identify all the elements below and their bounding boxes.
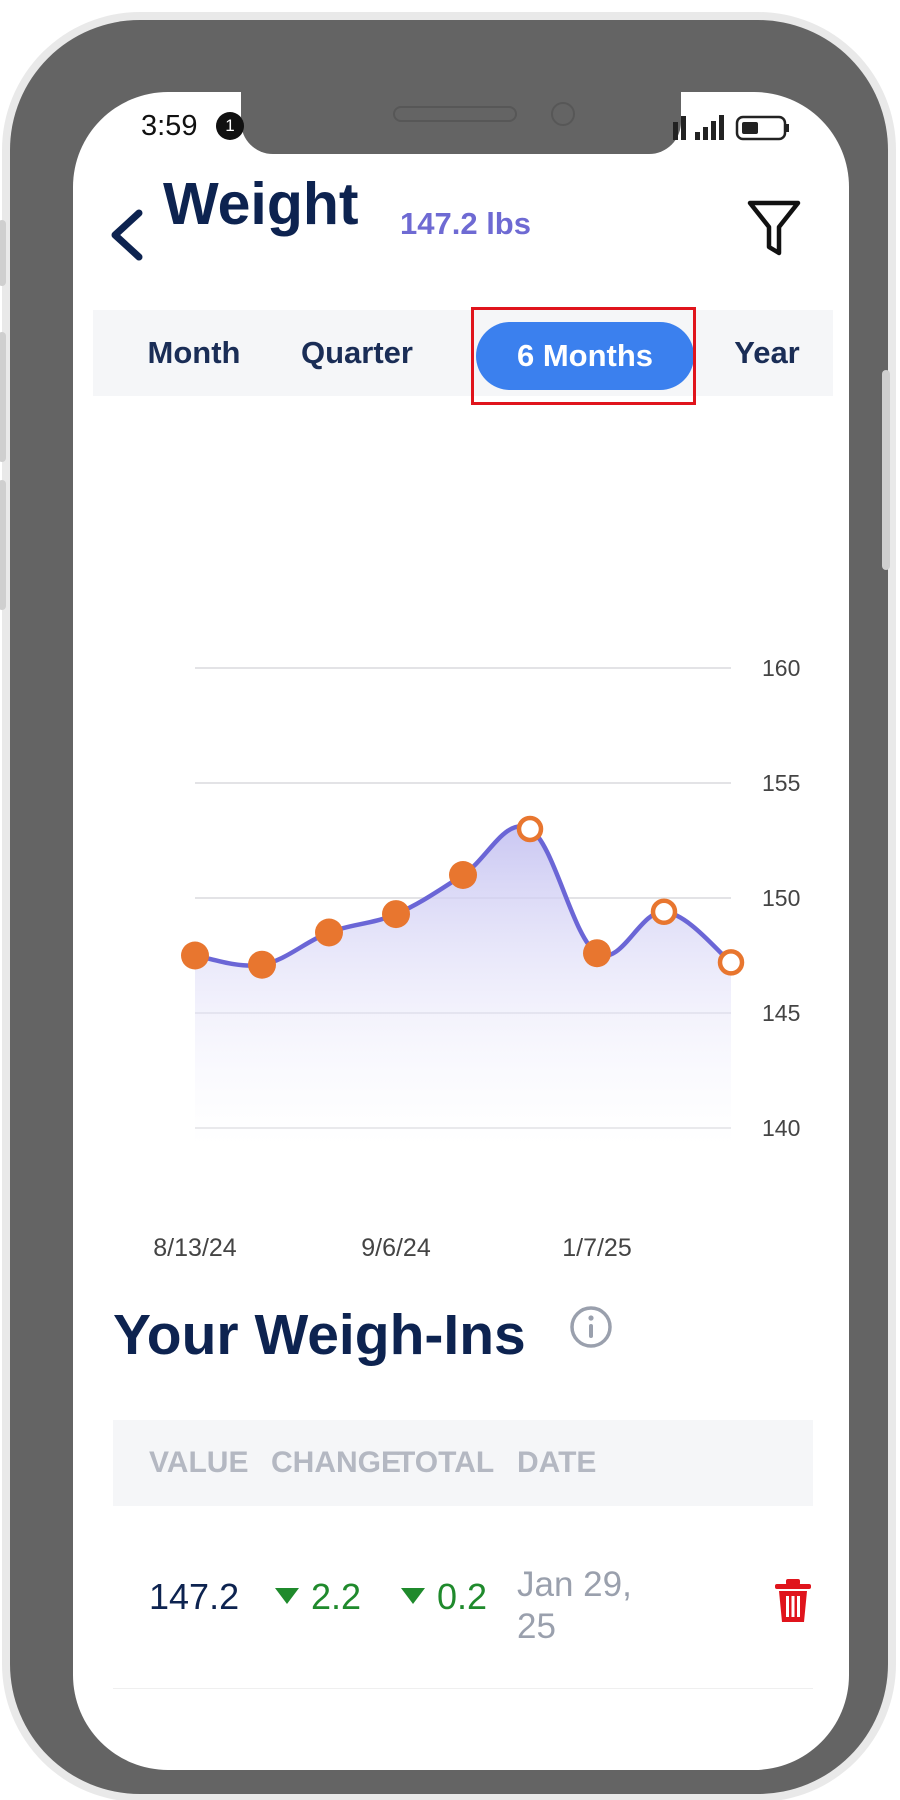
column-header-value: VALUE bbox=[149, 1446, 249, 1479]
row-value: 147.2 bbox=[149, 1576, 240, 1617]
y-tick-label: 150 bbox=[762, 885, 800, 911]
time-range-selector: Month Quarter 6 Months Year bbox=[93, 310, 833, 396]
data-point[interactable] bbox=[382, 900, 410, 929]
notification-badge: 1 bbox=[216, 112, 244, 140]
data-point[interactable] bbox=[248, 950, 276, 979]
camera bbox=[551, 102, 575, 126]
tab-quarter[interactable]: Quarter bbox=[281, 310, 433, 396]
data-point[interactable] bbox=[583, 939, 611, 968]
row-date: Jan 29, 25 bbox=[517, 1565, 632, 1646]
table-row[interactable]: 147.2 2.2 0.2 Jan 29, 25 bbox=[113, 1506, 813, 1689]
down-arrow-icon bbox=[275, 1588, 299, 1605]
power-button bbox=[882, 370, 890, 570]
side-button bbox=[0, 220, 6, 286]
current-weight: 147.2 lbs bbox=[400, 206, 531, 241]
row-change-value: 2.2 bbox=[311, 1576, 362, 1617]
data-point[interactable] bbox=[449, 861, 477, 889]
y-tick-label: 145 bbox=[762, 1000, 800, 1026]
x-tick-label: 9/6/24 bbox=[361, 1234, 431, 1262]
info-icon[interactable] bbox=[569, 1305, 613, 1349]
section-title: Your Weigh-Ins bbox=[113, 1303, 526, 1367]
x-tick-label: 8/13/24 bbox=[153, 1234, 237, 1262]
row-total-value: 0.2 bbox=[437, 1576, 488, 1617]
column-header-total: TOTAL bbox=[397, 1446, 495, 1479]
x-tick-label: 1/7/25 bbox=[562, 1234, 632, 1262]
column-header-change: CHANGE bbox=[271, 1446, 402, 1479]
data-point[interactable] bbox=[315, 918, 343, 947]
filter-icon[interactable] bbox=[746, 197, 802, 259]
data-point[interactable] bbox=[516, 815, 544, 843]
volume-up-button bbox=[0, 332, 6, 462]
data-point[interactable] bbox=[181, 941, 209, 970]
tab-month[interactable]: Month bbox=[129, 310, 259, 396]
page-title: Weight bbox=[163, 171, 359, 237]
weigh-ins-table: VALUE CHANGE TOTAL DATE 147.2 2.2 0.2 Ja… bbox=[113, 1420, 813, 1749]
signal-icon bbox=[673, 116, 686, 140]
row-total: 0.2 bbox=[401, 1576, 487, 1618]
table-header: VALUE CHANGE TOTAL DATE bbox=[113, 1420, 813, 1506]
column-header-date: DATE bbox=[517, 1446, 597, 1479]
selection-highlight-box bbox=[471, 307, 696, 405]
tab-year[interactable]: Year bbox=[717, 310, 817, 396]
table-row[interactable] bbox=[113, 1689, 813, 1749]
y-tick-label: 160 bbox=[762, 655, 800, 681]
signal-strength-icon bbox=[695, 115, 724, 140]
trash-icon[interactable] bbox=[773, 1578, 813, 1624]
y-tick-label: 155 bbox=[762, 770, 800, 796]
volume-down-button bbox=[0, 480, 6, 610]
phone-frame: 3:59 1 Weight 147.2 lbs Month Quarter 6 … bbox=[0, 20, 890, 1794]
status-icons bbox=[673, 115, 789, 141]
app-screen: 3:59 1 Weight 147.2 lbs Month Quarter 6 … bbox=[73, 92, 849, 1770]
notch bbox=[241, 92, 681, 154]
down-arrow-icon bbox=[401, 1588, 425, 1605]
y-tick-label: 140 bbox=[762, 1115, 800, 1141]
speaker bbox=[393, 106, 517, 122]
row-change: 2.2 bbox=[275, 1576, 361, 1618]
data-point[interactable] bbox=[650, 898, 678, 926]
chart-svg: 160 155 150 145 140 8/13/24 9/6/24 1/7/25 bbox=[153, 655, 800, 1262]
back-chevron-icon[interactable] bbox=[103, 205, 151, 265]
status-time: 3:59 bbox=[141, 110, 198, 142]
weight-chart: 160 155 150 145 140 8/13/24 9/6/24 1/7/25 bbox=[73, 572, 849, 1292]
battery-icon bbox=[735, 115, 789, 141]
data-point[interactable] bbox=[717, 949, 745, 976]
